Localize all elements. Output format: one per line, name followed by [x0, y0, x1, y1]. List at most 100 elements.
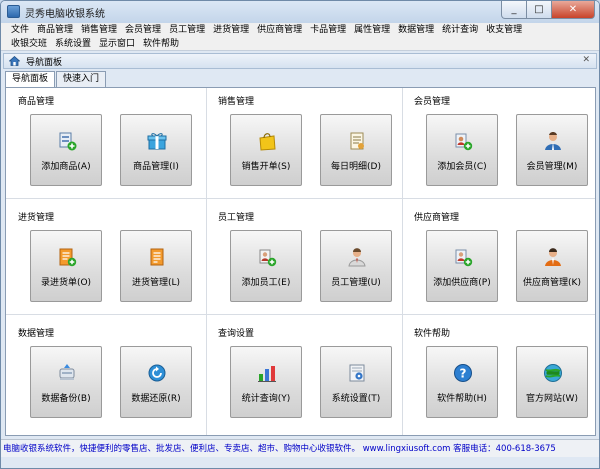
- nav-button-label: 添加商品(A): [41, 162, 91, 172]
- help-icon: ?: [454, 364, 472, 382]
- nav-button-label: 供应商管理(K): [523, 278, 581, 288]
- add-product-icon: [59, 132, 77, 151]
- menu-item[interactable]: 软件帮助: [139, 37, 183, 51]
- nav-button-label: 添加会员(C): [437, 162, 487, 172]
- daily-detail-icon: [350, 132, 364, 150]
- nav-button-label: 系统设置(T): [331, 394, 381, 404]
- tab-quick-start[interactable]: 快速入门: [56, 71, 107, 87]
- nav-button[interactable]: 销售开单(S): [230, 114, 302, 186]
- menu-row-1: 文件 商品管理 销售管理 会员管理 员工管理 进货管理 供应商管理 卡品管理 属性管理 数据管理统…: [1, 23, 526, 37]
- menu-item[interactable]: 供应商管理: [253, 23, 306, 37]
- nav-button-label: 软件帮助(H): [437, 394, 487, 404]
- svg-text:?: ?: [460, 367, 467, 381]
- add-member-icon: [455, 133, 473, 151]
- column-divider: [206, 88, 207, 435]
- window-bottom-edge: [1, 457, 599, 468]
- app-window: 灵秀电脑收银系统 _ □ ✕ 文件 商品管理 销售管理 会员管理 员工管理 进货管理 供应商…: [0, 0, 600, 469]
- status-bar: 电脑收银系统软件，快捷便利的零售店、批发店、便利店、专卖店、超市、购物中心收银软…: [1, 439, 599, 457]
- nav-button-label: 商品管理(I): [133, 162, 179, 172]
- menu-item[interactable]: 商品管理: [33, 23, 77, 37]
- nav-button[interactable]: ? 软件帮助(H): [426, 346, 498, 418]
- member-icon: [545, 132, 561, 150]
- nav-button[interactable]: 添加员工(E): [230, 230, 302, 302]
- menu-item[interactable]: 进货管理: [209, 23, 253, 37]
- nav-button-label: 每日明细(D): [331, 162, 381, 172]
- menu-item[interactable]: 属性管理: [350, 23, 394, 37]
- chart-icon: [258, 366, 276, 382]
- nav-button-label: 添加员工(E): [241, 278, 291, 288]
- gift-icon: [147, 133, 167, 150]
- nav-button-label: 数据还原(R): [131, 394, 181, 404]
- nav-button[interactable]: 统计查询(Y): [230, 346, 302, 418]
- column-divider: [402, 88, 403, 435]
- nav-button[interactable]: 供应商管理(K): [516, 230, 588, 302]
- menu-item[interactable]: 会员管理: [121, 23, 165, 37]
- close-button[interactable]: ✕: [552, 1, 595, 19]
- nav-button[interactable]: 数据还原(R): [120, 346, 192, 418]
- menu-item[interactable]: 收支管理: [482, 23, 526, 37]
- window-title: 灵秀电脑收银系统: [25, 9, 105, 20]
- group-title: 销售管理: [218, 97, 255, 107]
- nav-button-label: 录进货单(O): [40, 278, 92, 288]
- row-divider: [6, 198, 595, 199]
- nav-content: 商品管理添加商品(A) 商品管理(I) 销售管理销售开单(S) 每日明细(D) 会员管理…: [5, 87, 596, 436]
- group-title: 供应商管理: [414, 213, 460, 223]
- tab-nav-panel[interactable]: 导航面板: [5, 71, 56, 88]
- add-supplier-icon: [455, 249, 473, 267]
- nav-button[interactable]: 每日明细(D): [320, 114, 392, 186]
- group-title: 进货管理: [18, 213, 55, 223]
- title-bar[interactable]: 灵秀电脑收银系统 _ □ ✕: [1, 1, 599, 23]
- status-marquee: 电脑收银系统软件，快捷便利的零售店、批发店、便利店、专卖店、超市、购物中心收银软…: [3, 444, 556, 454]
- nav-button-label: 添加供应商(P): [433, 278, 491, 288]
- group-title: 员工管理: [218, 213, 255, 223]
- tab-strip: 导航面板 快速入门: [5, 71, 107, 88]
- nav-button[interactable]: 数据备份(B): [30, 346, 102, 418]
- maximize-button[interactable]: □: [527, 1, 552, 19]
- group-title: 数据管理: [18, 329, 55, 339]
- group-title: 查询设置: [218, 329, 255, 339]
- window-controls: _ □ ✕: [501, 1, 595, 19]
- purchase-list-icon: [150, 248, 164, 266]
- menu-item[interactable]: 文件: [1, 23, 33, 37]
- nav-button-label: 销售开单(S): [241, 162, 291, 172]
- nav-button[interactable]: 系统设置(T): [320, 346, 392, 418]
- nav-button[interactable]: 会员管理(M): [516, 114, 588, 186]
- menu-item[interactable]: 收银交班: [1, 37, 51, 51]
- nav-button[interactable]: 添加供应商(P): [426, 230, 498, 302]
- nav-button[interactable]: 进货管理(L): [120, 230, 192, 302]
- purchase-form-icon: [59, 248, 77, 267]
- row-divider: [6, 314, 595, 315]
- nav-button[interactable]: 商品管理(I): [120, 114, 192, 186]
- group-title: 软件帮助: [414, 329, 451, 339]
- menu-item[interactable]: 统计查询: [438, 23, 482, 37]
- app-icon: [7, 5, 20, 18]
- nav-button[interactable]: 员工管理(U): [320, 230, 392, 302]
- nav-button-label: 数据备份(B): [41, 394, 91, 404]
- nav-button-label: 会员管理(M): [526, 162, 578, 172]
- menu-item[interactable]: 卡品管理: [306, 23, 350, 37]
- nav-button[interactable]: 官方网站(W): [516, 346, 588, 418]
- restore-icon: [148, 364, 166, 382]
- nav-button-label: 官方网站(W): [526, 394, 578, 404]
- nav-panel-header: 导航面板 ✕: [3, 53, 597, 69]
- nav-button[interactable]: 录进货单(O): [30, 230, 102, 302]
- supplier-icon: [545, 248, 561, 266]
- nav-button[interactable]: 添加商品(A): [30, 114, 102, 186]
- menu-item[interactable]: 销售管理: [77, 23, 121, 37]
- menu-item[interactable]: 数据管理: [394, 23, 438, 37]
- nav-button-label: 进货管理(L): [131, 278, 181, 288]
- website-icon: [544, 364, 562, 382]
- backup-icon: [59, 364, 75, 380]
- group-title: 商品管理: [18, 97, 55, 107]
- nav-button-label: 统计查询(Y): [241, 394, 291, 404]
- group-title: 会员管理: [414, 97, 451, 107]
- minimize-button[interactable]: _: [501, 1, 527, 19]
- menu-item[interactable]: 系统设置: [51, 37, 95, 51]
- panel-close-button[interactable]: ✕: [582, 55, 590, 65]
- nav-button[interactable]: 添加会员(C): [426, 114, 498, 186]
- menu-item[interactable]: 显示窗口: [95, 37, 139, 51]
- menu-item[interactable]: 员工管理: [165, 23, 209, 37]
- nav-button-label: 员工管理(U): [331, 278, 381, 288]
- menu-row-2: 收银交班 系统设置 显示窗口 软件帮助: [1, 37, 183, 51]
- settings-icon: [349, 364, 365, 382]
